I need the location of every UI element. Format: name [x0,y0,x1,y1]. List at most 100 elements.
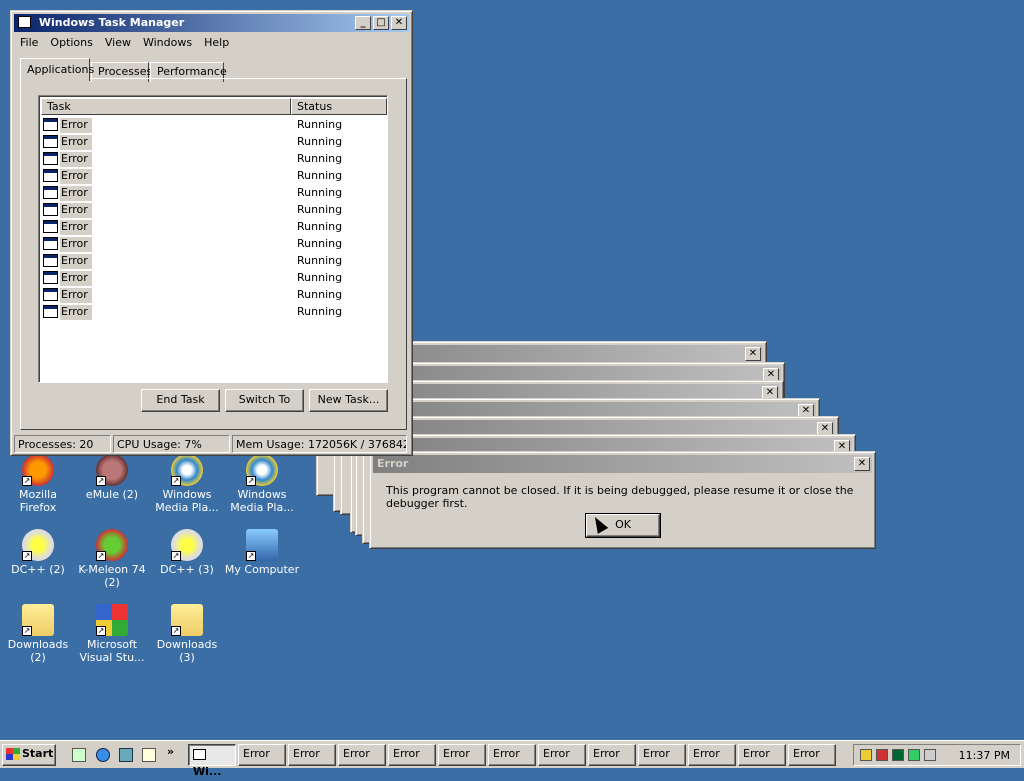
window-icon [43,186,58,199]
task-name: Error [60,288,92,303]
internet-explorer-icon[interactable] [96,748,110,762]
desktop-icon[interactable]: ↗ Windows Media Pla... [149,454,225,514]
desktop-icon[interactable]: ↗ Downloads (3) [149,604,225,664]
taskbar-button-error[interactable]: Error [388,744,436,766]
folder-icon: ↗ [171,604,203,636]
clock[interactable]: 11:37 PM [959,749,1010,762]
task-name: Error [60,254,92,269]
window-icon [43,169,58,182]
show-desktop-icon[interactable] [72,748,86,762]
task-name: Error [60,203,92,218]
desktop-icon[interactable]: ↗ Microsoft Visual Stu... [74,604,150,664]
list-item[interactable]: Error Running [41,167,391,184]
task-manager-window: Windows Task Manager _ □ ✕ File Options Vi… [10,10,413,456]
taskbar-button-error[interactable]: Error [638,744,686,766]
task-manager-titlebar[interactable]: Windows Task Manager _ □ ✕ [14,14,409,32]
list-item[interactable]: Error Running [41,201,391,218]
menu-help[interactable]: Help [198,33,235,52]
desktop-icon[interactable]: ↗ My Computer [224,529,300,576]
desktop-icon[interactable]: ↗ DC++ (2) [0,529,76,576]
desktop-icon[interactable]: ↗ Windows Media Pla... [224,454,300,514]
list-item[interactable]: Error Running [41,286,391,303]
taskbar-button-error[interactable]: Error [338,744,386,766]
taskbar-button-task-manager[interactable]: Wi... [188,744,236,778]
taskbar-button-error[interactable]: Error [538,744,586,766]
visual-studio-icon: ↗ [96,604,128,636]
taskbar-button-error[interactable]: Error [238,744,286,766]
firefox-icon: ↗ [22,454,54,486]
list-item[interactable]: Error Running [41,252,391,269]
dcpp-icon: ↗ [171,529,203,561]
close-button[interactable]: ✕ [391,16,407,30]
desktop-icon[interactable]: ↗ K-Meleon 74 (2) [74,529,150,589]
cpu-usage: CPU Usage: 7% [113,435,230,453]
maximize-button[interactable]: □ [373,16,389,30]
menu-options[interactable]: Options [44,33,98,52]
tray-icon-network[interactable] [860,749,872,761]
search-icon[interactable] [142,748,156,762]
new-task-button[interactable]: New Task... [309,389,388,412]
desktop-icon[interactable]: ↗ DC++ (3) [149,529,225,576]
list-item[interactable]: Error Running [41,150,391,167]
desktop-icon-label: Windows Media Pla... [230,488,294,514]
error-dialog: Error ✕ This program cannot be closed. I… [369,451,876,549]
task-name: Error [60,152,92,167]
window-icon [43,288,58,301]
list-item[interactable]: Error Running [41,269,391,286]
window-title: Windows Task Manager [38,16,185,29]
minimize-button[interactable]: _ [355,16,371,30]
task-status: Running [297,254,343,267]
menu-windows[interactable]: Windows [137,33,198,52]
taskbar-button-error[interactable]: Error [688,744,736,766]
error-dialog-titlebar[interactable]: Error ✕ [373,455,872,473]
dcpp-icon: ↗ [22,529,54,561]
start-button[interactable]: Start [2,744,56,766]
column-header-task[interactable]: Task [41,98,291,115]
task-name: Error [60,237,92,252]
taskbar-button-error[interactable]: Error [588,744,636,766]
close-button[interactable]: ✕ [745,347,761,361]
end-task-button[interactable]: End Task [141,389,220,412]
menu-view[interactable]: View [99,33,137,52]
taskbar-button-error[interactable]: Error [738,744,786,766]
list-item[interactable]: Error Running [41,235,391,252]
taskbar-button-error[interactable]: Error [438,744,486,766]
tray-icon-connection[interactable] [908,749,920,761]
shortcut-arrow-icon: ↗ [96,476,106,486]
tray-icon-monitor[interactable] [892,749,904,761]
list-item[interactable]: Error Running [41,133,391,150]
switch-to-button[interactable]: Switch To [225,389,304,412]
taskbar-button-error[interactable]: Error [488,744,536,766]
taskbar-button-error[interactable]: Error [288,744,336,766]
list-item[interactable]: Error Running [41,218,391,235]
desktop-icon[interactable]: ↗ Mozilla Firefox [0,454,76,514]
window-icon [43,305,58,318]
shortcut-arrow-icon: ↗ [96,551,106,561]
task-status: Running [297,118,343,131]
task-status: Running [297,152,343,165]
desktop-icon[interactable]: ↗ Downloads (2) [0,604,76,664]
task-list[interactable]: Task Status Error Running Error Running Erro… [38,95,388,383]
close-button[interactable]: ✕ [854,457,870,471]
tray-icon-antivirus[interactable] [876,749,888,761]
menu-file[interactable]: File [14,33,44,52]
window-icon [43,118,58,131]
desktop-icon[interactable]: ↗ eMule (2) [74,454,150,501]
taskbar-button-error[interactable]: Error [788,744,836,766]
shortcut-arrow-icon: ↗ [22,626,32,636]
outlook-express-icon[interactable] [119,748,133,762]
tab-applications[interactable]: Applications [20,58,94,81]
column-header-status[interactable]: Status [291,98,387,115]
windows-logo-icon [6,748,20,760]
list-item[interactable]: Error Running [41,303,391,320]
kmeleon-icon: ↗ [96,529,128,561]
error-message: This program cannot be closed. If it is … [386,484,854,510]
task-status: Running [297,237,343,250]
list-item[interactable]: Error Running [41,184,391,201]
menubar: File Options View Windows Help [14,33,409,52]
shortcut-arrow-icon: ↗ [171,551,181,561]
volume-icon[interactable] [924,749,936,761]
list-item[interactable]: Error Running [41,116,391,133]
folder-icon: ↗ [22,604,54,636]
quick-launch-overflow[interactable]: » [167,745,174,758]
